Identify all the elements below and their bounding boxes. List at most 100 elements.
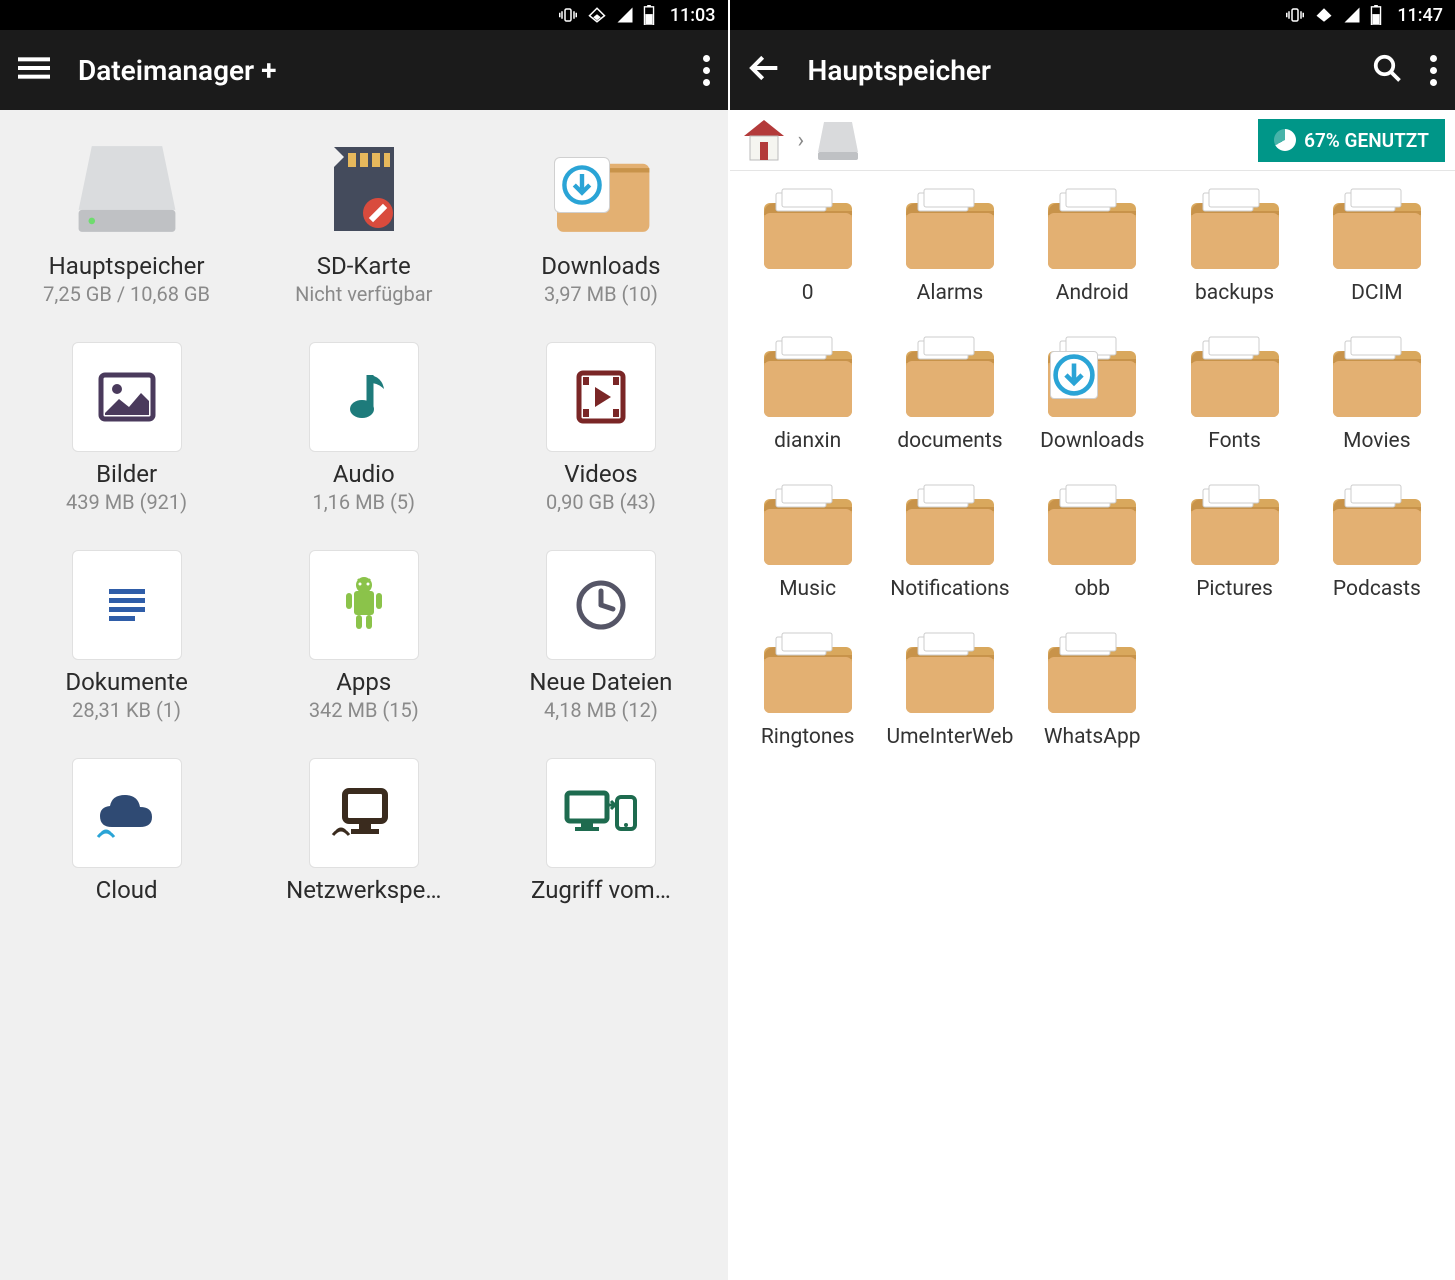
folder-icon — [900, 629, 1000, 719]
category-label: Zugriff vom… — [486, 876, 715, 904]
folder-item[interactable]: Notifications — [882, 481, 1018, 601]
folder-item[interactable]: Downloads — [1024, 333, 1160, 453]
cloud-icon — [72, 758, 182, 868]
wifi-icon — [586, 6, 608, 24]
folder-item[interactable]: DCIM — [1309, 185, 1445, 305]
folder-name: Pictures — [1166, 577, 1302, 601]
category-label: Cloud — [12, 876, 241, 904]
drive-icon — [72, 134, 182, 244]
pie-icon — [1274, 129, 1296, 151]
category-subtext: 342 MB (15) — [249, 698, 478, 722]
folder-name: DCIM — [1309, 281, 1445, 305]
folder-item[interactable]: Movies — [1309, 333, 1445, 453]
folder-item[interactable]: dianxin — [740, 333, 876, 453]
battery-icon — [642, 5, 656, 25]
folder-item[interactable]: Music — [740, 481, 876, 601]
folder-item[interactable]: Android — [1024, 185, 1160, 305]
overflow-menu-icon[interactable] — [703, 55, 710, 86]
phone-left: 11:03 Dateimanager + Hauptspeicher 7,25 … — [0, 0, 728, 1280]
folder-icon — [1042, 481, 1142, 571]
category-label: Videos — [486, 460, 715, 488]
category-video[interactable]: Videos 0,90 GB (43) — [486, 342, 715, 514]
folder-icon — [1185, 481, 1285, 571]
category-subtext: Nicht verfügbar — [249, 282, 478, 306]
audio-icon — [309, 342, 419, 452]
category-subtext: 4,18 MB (12) — [486, 698, 715, 722]
category-subtext: 7,25 GB / 10,68 GB — [12, 282, 241, 306]
folder-name: obb — [1024, 577, 1160, 601]
folder-name: Downloads — [1024, 429, 1160, 453]
status-bar: 11:47 — [730, 0, 1455, 30]
category-subtext: 439 MB (921) — [12, 490, 241, 514]
folder-item[interactable]: WhatsApp — [1024, 629, 1160, 749]
folder-item[interactable]: backups — [1166, 185, 1302, 305]
breadcrumb: › 67% GENUTZT — [730, 110, 1455, 171]
usage-badge[interactable]: 67% GENUTZT — [1258, 119, 1445, 162]
folder-icon — [900, 185, 1000, 275]
doc-icon — [72, 550, 182, 660]
folder-item[interactable]: UmeInterWeb — [882, 629, 1018, 749]
app-bar: Dateimanager + — [0, 30, 728, 110]
folder-item[interactable]: Podcasts — [1309, 481, 1445, 601]
category-remote[interactable]: Zugriff vom… — [486, 758, 715, 906]
home-icon[interactable] — [740, 116, 788, 164]
status-bar: 11:03 — [0, 0, 728, 30]
category-recent[interactable]: Neue Dateien 4,18 MB (12) — [486, 550, 715, 722]
folder-icon — [1185, 333, 1285, 423]
folder-icon — [900, 481, 1000, 571]
img-icon — [72, 342, 182, 452]
menu-icon[interactable] — [18, 52, 50, 88]
overflow-menu-icon[interactable] — [1430, 55, 1437, 86]
folder-name: Movies — [1309, 429, 1445, 453]
usage-text: 67% GENUTZT — [1304, 129, 1429, 152]
category-grid: Hauptspeicher 7,25 GB / 10,68 GB SD-Kart… — [0, 110, 728, 1280]
vibrate-icon — [558, 6, 578, 24]
folder-name: Android — [1024, 281, 1160, 305]
back-icon[interactable] — [748, 52, 780, 88]
category-cloud[interactable]: Cloud — [12, 758, 241, 906]
category-net[interactable]: Netzwerkspe… — [249, 758, 478, 906]
video-icon — [546, 342, 656, 452]
folder-name: backups — [1166, 281, 1302, 305]
category-label: SD-Karte — [249, 252, 478, 280]
category-label: Dokumente — [12, 668, 241, 696]
folder-icon — [1042, 185, 1142, 275]
category-audio[interactable]: Audio 1,16 MB (5) — [249, 342, 478, 514]
folder-item[interactable]: Alarms — [882, 185, 1018, 305]
category-sd[interactable]: SD-Karte Nicht verfügbar — [249, 134, 478, 306]
folder-name: 0 — [740, 281, 876, 305]
folder-item[interactable]: Pictures — [1166, 481, 1302, 601]
folder-name: Fonts — [1166, 429, 1302, 453]
folder-item[interactable]: obb — [1024, 481, 1160, 601]
folder-icon — [1042, 333, 1142, 423]
folder-item[interactable]: documents — [882, 333, 1018, 453]
category-label: Downloads — [486, 252, 715, 280]
folder-icon — [1327, 333, 1427, 423]
folder-icon — [900, 333, 1000, 423]
category-apps[interactable]: Apps 342 MB (15) — [249, 550, 478, 722]
chevron-right-icon: › — [798, 128, 805, 153]
sd-icon — [309, 134, 419, 244]
folder-grid: 0 Alarms Android backups DCIM — [730, 171, 1455, 1280]
folder-icon — [758, 481, 858, 571]
dl-icon — [546, 134, 656, 244]
search-icon[interactable] — [1372, 53, 1402, 87]
app-bar: Hauptspeicher — [730, 30, 1455, 110]
apps-icon — [309, 550, 419, 660]
category-dl[interactable]: Downloads 3,97 MB (10) — [486, 134, 715, 306]
category-doc[interactable]: Dokumente 28,31 KB (1) — [12, 550, 241, 722]
vibrate-icon — [1285, 6, 1305, 24]
drive-icon[interactable] — [814, 116, 862, 164]
folder-icon — [758, 333, 858, 423]
category-drive[interactable]: Hauptspeicher 7,25 GB / 10,68 GB — [12, 134, 241, 306]
folder-item[interactable]: 0 — [740, 185, 876, 305]
phone-right: 11:47 Hauptspeicher › 67% GENUTZT 0 — [728, 0, 1455, 1280]
folder-name: Notifications — [882, 577, 1018, 601]
folder-name: dianxin — [740, 429, 876, 453]
folder-item[interactable]: Fonts — [1166, 333, 1302, 453]
category-label: Netzwerkspe… — [249, 876, 478, 904]
folder-item[interactable]: Ringtones — [740, 629, 876, 749]
status-time: 11:03 — [670, 5, 716, 26]
category-subtext: 3,97 MB (10) — [486, 282, 715, 306]
category-img[interactable]: Bilder 439 MB (921) — [12, 342, 241, 514]
